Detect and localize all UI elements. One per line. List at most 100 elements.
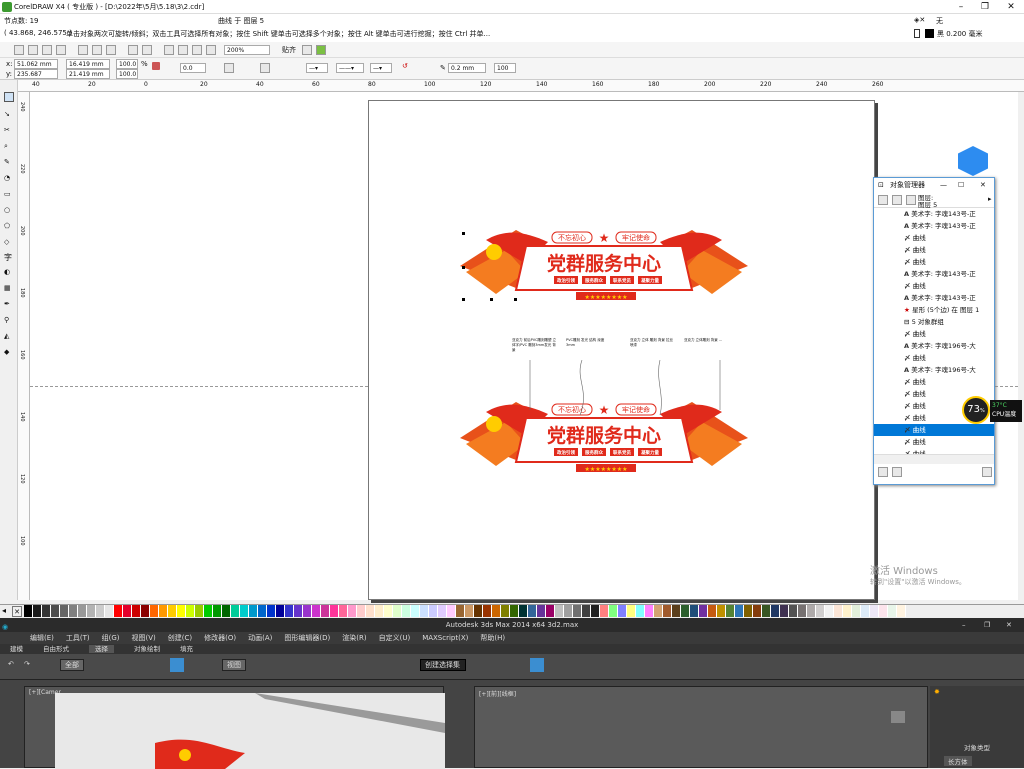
copy-icon[interactable]	[92, 44, 102, 55]
box-button[interactable]: 长方体	[944, 756, 972, 766]
color-swatch[interactable]	[834, 605, 843, 617]
redo-icon[interactable]: ↷	[24, 660, 30, 668]
color-swatch[interactable]	[294, 605, 303, 617]
color-swatch[interactable]	[96, 605, 105, 617]
color-swatch[interactable]	[744, 605, 753, 617]
viewcube-icon[interactable]	[891, 711, 905, 723]
polygon-tool-icon[interactable]: ⬠	[4, 222, 10, 230]
line-style-select[interactable]: ——▾	[336, 63, 364, 73]
mirror-h-icon[interactable]	[224, 63, 234, 73]
cut-icon[interactable]	[78, 44, 88, 55]
rotation-angle-field[interactable]: 0.0	[180, 63, 206, 73]
color-swatch[interactable]	[276, 605, 285, 617]
palette-scroll-left-icon[interactable]: ◂	[2, 606, 6, 615]
color-swatch[interactable]	[87, 605, 96, 617]
front-viewport[interactable]: [+][前][线框]	[474, 686, 928, 768]
color-swatch[interactable]	[123, 605, 132, 617]
fill-icon[interactable]: ◈✕	[914, 16, 925, 24]
color-swatch[interactable]	[258, 605, 267, 617]
color-swatch[interactable]	[429, 605, 438, 617]
panel-close-button[interactable]: ✕	[980, 178, 986, 192]
shape-tool-icon[interactable]: ↘	[4, 110, 10, 118]
color-swatch[interactable]	[222, 605, 231, 617]
camera-viewport[interactable]: [+][Camer	[24, 686, 445, 769]
object-list-item[interactable]: 〆 曲线	[874, 244, 994, 256]
object-list-item[interactable]: ⊟ 5 对象群组	[874, 316, 994, 328]
object-list-item[interactable]: A 美术字: 字魂196号-大	[874, 340, 994, 352]
color-swatch[interactable]	[105, 605, 114, 617]
color-swatch[interactable]	[753, 605, 762, 617]
color-swatch[interactable]	[888, 605, 897, 617]
color-swatch[interactable]	[438, 605, 447, 617]
color-swatch[interactable]	[348, 605, 357, 617]
object-list-item[interactable]: A 美术字: 字魂143号-正	[874, 292, 994, 304]
color-swatch[interactable]	[528, 605, 537, 617]
named-selection-set[interactable]: 创建选择集	[420, 659, 466, 671]
max-menu-item[interactable]: 修改器(O)	[204, 634, 236, 642]
select-move-icon[interactable]	[170, 658, 184, 672]
color-swatch[interactable]	[636, 605, 645, 617]
object-list-item[interactable]: A 美术字: 字魂196号-大	[874, 364, 994, 376]
color-swatch[interactable]	[771, 605, 780, 617]
color-swatch[interactable]	[186, 605, 195, 617]
color-swatch[interactable]	[303, 605, 312, 617]
max-menu-item[interactable]: 组(G)	[102, 634, 120, 642]
color-swatch[interactable]	[465, 605, 474, 617]
edit-across-layers-icon[interactable]	[892, 195, 902, 205]
color-swatch[interactable]	[402, 605, 411, 617]
color-swatch[interactable]	[150, 605, 159, 617]
color-swatch[interactable]	[645, 605, 654, 617]
color-swatch[interactable]	[384, 605, 393, 617]
color-swatch[interactable]	[807, 605, 816, 617]
max-ribbon-tab[interactable]: 建模	[10, 645, 23, 653]
color-swatch[interactable]	[555, 605, 564, 617]
max-ribbon-tab[interactable]: 对象绘制	[134, 645, 160, 653]
ellipse-tool-icon[interactable]: ○	[4, 206, 10, 214]
horizontal-ruler[interactable]: 40 20 0 20 40 60 80 100 120 140 160 180 200 220 240 260	[18, 80, 1024, 92]
color-swatch[interactable]	[114, 605, 123, 617]
import-icon[interactable]	[164, 44, 174, 55]
line-start-select[interactable]: —▾	[306, 63, 328, 73]
color-swatch[interactable]	[33, 605, 42, 617]
fill-tool-icon[interactable]: ◭	[4, 332, 9, 340]
color-swatch[interactable]	[78, 605, 87, 617]
color-swatch[interactable]	[177, 605, 186, 617]
flyout-arrow-icon[interactable]: ▸	[988, 195, 992, 203]
export-icon[interactable]	[178, 44, 188, 55]
freehand-tool-icon[interactable]: ✎	[4, 158, 10, 166]
delete-icon[interactable]	[982, 467, 992, 477]
object-list-item[interactable]: 〆 曲线	[874, 424, 994, 436]
maximize-button[interactable]: ❐	[974, 0, 996, 14]
color-swatch[interactable]	[375, 605, 384, 617]
table-tool-icon[interactable]: ▦	[4, 284, 11, 292]
color-swatch[interactable]	[519, 605, 528, 617]
color-swatch[interactable]	[690, 605, 699, 617]
color-swatch[interactable]	[573, 605, 582, 617]
color-swatch[interactable]	[60, 605, 69, 617]
color-swatch[interactable]	[447, 605, 456, 617]
text-tool-icon[interactable]: 字	[4, 252, 12, 263]
color-swatch[interactable]	[51, 605, 60, 617]
max-menu-item[interactable]: 编辑(E)	[30, 634, 54, 642]
color-swatch[interactable]	[492, 605, 501, 617]
width-field[interactable]: 16.419 mm	[66, 59, 110, 69]
zoom-level-select[interactable]: 200%	[224, 44, 270, 55]
max-menu-item[interactable]: 动画(A)	[248, 634, 272, 642]
interactive-fill-icon[interactable]: ◆	[4, 348, 9, 356]
color-swatch[interactable]	[357, 605, 366, 617]
object-list-item[interactable]: A 美术字: 字魂143号-正	[874, 208, 994, 220]
color-swatch[interactable]	[708, 605, 717, 617]
object-list-item[interactable]: 〆 曲线	[874, 328, 994, 340]
color-swatch[interactable]	[627, 605, 636, 617]
color-swatch[interactable]	[852, 605, 861, 617]
color-swatch[interactable]	[285, 605, 294, 617]
outline-pen-icon[interactable]	[914, 29, 920, 38]
zoom-tool-icon[interactable]: ⌕	[4, 142, 8, 151]
color-swatch[interactable]	[699, 605, 708, 617]
object-list-item[interactable]: 〆 曲线	[874, 376, 994, 388]
height-field[interactable]: 21.419 mm	[66, 69, 110, 79]
color-swatch[interactable]	[24, 605, 33, 617]
color-swatch[interactable]	[267, 605, 276, 617]
color-swatch[interactable]	[420, 605, 429, 617]
x-position-field[interactable]: 51.062 mm	[14, 59, 58, 69]
